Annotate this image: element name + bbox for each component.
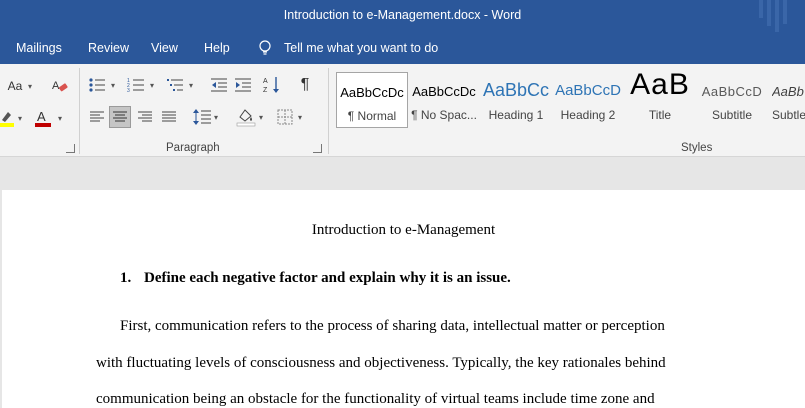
question-heading: Define each negative factor and explain … <box>144 270 511 286</box>
body-line: First, communication refers to the proce… <box>120 318 665 334</box>
numbering-icon[interactable]: 123 <box>127 76 145 94</box>
style-name: ¶ Normal <box>347 109 397 123</box>
style-name: Title <box>648 108 672 122</box>
font-color-icon[interactable]: A <box>34 108 52 128</box>
title-bar: Introduction to e-Management.docx - Word <box>0 0 805 32</box>
ruler-area <box>0 158 805 189</box>
style-sample: AaBbCcDc <box>412 84 476 99</box>
style-heading-2[interactable]: AaBbCcD Heading 2 <box>552 72 624 128</box>
align-left-icon[interactable] <box>88 108 106 126</box>
svg-text:A: A <box>52 80 60 92</box>
chevron-down-icon[interactable]: ▾ <box>150 81 154 90</box>
style-name: Heading 2 <box>560 108 616 122</box>
style-subtle[interactable]: AaBb Subtle <box>768 72 805 128</box>
svg-text:A: A <box>263 78 268 85</box>
chevron-down-icon[interactable]: ▾ <box>28 82 32 91</box>
style-sample: AaBb <box>772 84 804 99</box>
ribbon-tabs: Mailings Review View Help Tell me what y… <box>0 32 805 64</box>
chevron-down-icon[interactable]: ▾ <box>214 113 218 122</box>
group-separator <box>79 68 80 154</box>
bullets-icon[interactable] <box>88 76 106 94</box>
title-bar-decoration <box>759 0 795 32</box>
align-right-icon[interactable] <box>136 108 154 126</box>
window-title: Introduction to e-Management.docx - Word <box>283 8 522 22</box>
style-subtitle[interactable]: AaBbCcD Subtitle <box>696 72 768 128</box>
chevron-down-icon[interactable]: ▾ <box>259 113 263 122</box>
sort-icon[interactable]: AZ <box>262 75 282 95</box>
borders-icon[interactable] <box>275 107 295 127</box>
group-separator <box>328 68 329 154</box>
body-line: communication being an obstacle for the … <box>96 391 655 407</box>
ribbon: Aa ▾ A ▾ A ▾ ▾ 123 ▾ ▾ AZ ¶ ▾ ▾ ▾ Paragr… <box>0 64 805 157</box>
justify-icon[interactable] <box>160 108 178 126</box>
paragraph-dialog-launcher-icon[interactable] <box>313 144 322 153</box>
tab-mailings[interactable]: Mailings <box>16 41 62 55</box>
chevron-down-icon[interactable]: ▾ <box>58 114 62 123</box>
svg-text:A: A <box>37 109 46 124</box>
increase-indent-icon[interactable] <box>234 76 252 94</box>
font-dialog-launcher-icon[interactable] <box>66 144 75 153</box>
style-sample: AaBbCc <box>482 80 550 100</box>
line-spacing-icon[interactable] <box>192 107 212 127</box>
tab-review[interactable]: Review <box>88 41 129 55</box>
align-center-button[interactable] <box>109 106 131 128</box>
style-no-spacing[interactable]: AaBbCcDc ¶ No Spac... <box>408 72 480 128</box>
document-page[interactable]: Introduction to e-Management 1. Define e… <box>2 190 805 408</box>
shading-icon[interactable] <box>236 107 256 127</box>
decrease-indent-icon[interactable] <box>210 76 228 94</box>
lightbulb-icon[interactable] <box>258 40 272 56</box>
style-sample: AaBbCcDc <box>340 85 404 100</box>
tab-help[interactable]: Help <box>204 41 230 55</box>
tab-view[interactable]: View <box>151 41 178 55</box>
document-title: Introduction to e-Management <box>311 222 496 238</box>
multilevel-list-icon[interactable] <box>166 76 184 94</box>
body-line: with fluctuating levels of consciousness… <box>96 355 666 371</box>
question-number: 1. <box>120 270 132 286</box>
style-sample: AaBbCcD <box>701 84 763 99</box>
style-name: Subtitle <box>711 108 753 122</box>
paragraph-group-label: Paragraph <box>166 142 220 154</box>
style-title[interactable]: AaB Title <box>624 68 696 128</box>
style-normal[interactable]: AaBbCcDc ¶ Normal <box>336 72 408 128</box>
show-formatting-marks-icon[interactable]: ¶ <box>296 75 314 95</box>
style-heading-1[interactable]: AaBbCc Heading 1 <box>480 72 552 128</box>
svg-text:3: 3 <box>127 88 130 93</box>
styles-group-label: Styles <box>681 142 713 154</box>
style-sample: AaB <box>630 68 690 101</box>
tell-me-search[interactable]: Tell me what you want to do <box>284 41 438 55</box>
style-sample: AaBbCcD <box>555 82 621 99</box>
style-name: Subtle <box>772 108 805 122</box>
highlight-color-icon[interactable] <box>0 108 16 128</box>
svg-text:Z: Z <box>263 87 268 94</box>
style-name: ¶ No Spac... <box>411 108 477 122</box>
chevron-down-icon[interactable]: ▾ <box>298 113 302 122</box>
clear-formatting-icon[interactable]: A <box>50 76 70 96</box>
chevron-down-icon[interactable]: ▾ <box>111 81 115 90</box>
chevron-down-icon[interactable]: ▾ <box>18 114 22 123</box>
chevron-down-icon[interactable]: ▾ <box>189 81 193 90</box>
style-name: Heading 1 <box>488 108 544 122</box>
change-case-button[interactable]: Aa <box>4 78 26 94</box>
